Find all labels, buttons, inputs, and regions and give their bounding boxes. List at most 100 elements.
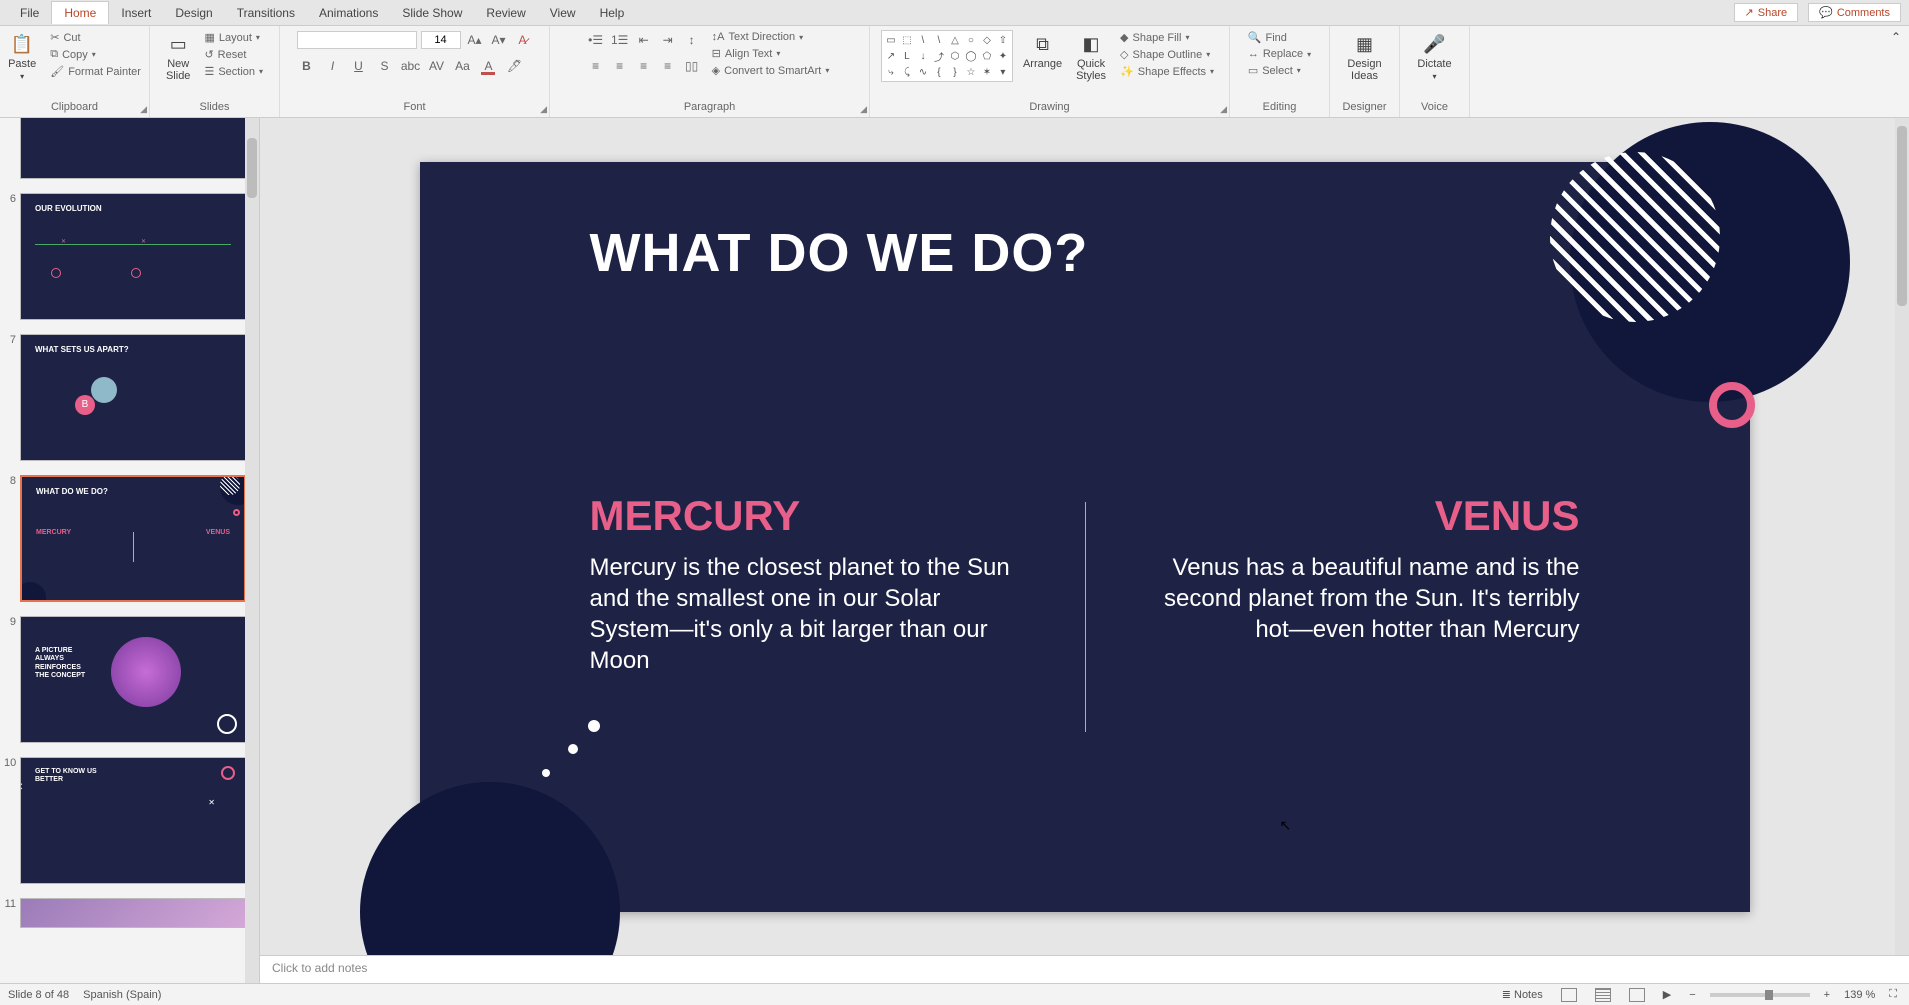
font-color-button[interactable]: A: [479, 56, 499, 76]
clear-formatting-button[interactable]: A̷: [513, 30, 533, 50]
dictate-button[interactable]: 🎤 Dictate ▾: [1413, 30, 1455, 83]
numbering-button[interactable]: 1☰: [610, 30, 630, 50]
slide-thumbnail-8[interactable]: WHAT DO WE DO? MERCURY VENUS: [20, 475, 246, 602]
paste-button[interactable]: 📋 Paste ▾: [4, 30, 40, 83]
chevron-down-icon: ▾: [256, 33, 260, 42]
slide-thumbnail-7[interactable]: WHAT SETS US APART? B: [20, 334, 246, 461]
drawing-dialog-launcher[interactable]: ◢: [1220, 104, 1227, 115]
justify-button[interactable]: ≡: [658, 56, 678, 76]
zoom-in-button[interactable]: +: [1820, 989, 1834, 1001]
arrange-button[interactable]: ⧉ Arrange: [1019, 30, 1066, 72]
bullets-button[interactable]: •☰: [586, 30, 606, 50]
section-button[interactable]: ☰Section▾: [200, 64, 267, 79]
tab-insert[interactable]: Insert: [109, 2, 163, 24]
format-painter-button[interactable]: 🖌Format Painter: [46, 64, 145, 79]
thumb-number: 11: [4, 898, 20, 928]
slide-thumbnail-6[interactable]: OUR EVOLUTION ✕ ✕: [20, 193, 246, 320]
bold-button[interactable]: B: [297, 56, 317, 76]
clipboard-dialog-launcher[interactable]: ◢: [140, 104, 147, 115]
normal-view-button[interactable]: [1557, 988, 1581, 1002]
zoom-out-button[interactable]: −: [1685, 989, 1699, 1001]
smartart-button[interactable]: ◈Convert to SmartArt▾: [708, 63, 834, 78]
slide-thumbnail-5[interactable]: 01: [20, 118, 246, 179]
underline-button[interactable]: U: [349, 56, 369, 76]
tab-animations[interactable]: Animations: [307, 2, 390, 24]
status-bar: Slide 8 of 48 Spanish (Spain) ≣Notes ▶ −…: [0, 983, 1909, 1005]
replace-button[interactable]: ↔Replace▾: [1244, 47, 1315, 61]
layout-button[interactable]: ▦Layout▾: [200, 30, 267, 45]
increase-font-button[interactable]: A▴: [465, 30, 485, 50]
shadow-button[interactable]: abc: [401, 56, 421, 76]
slide-thumbnail-10[interactable]: GET TO KNOW US BETTER ✕ ✕: [20, 757, 246, 884]
shape-outline-button[interactable]: ◇Shape Outline▾: [1116, 47, 1218, 62]
tab-view[interactable]: View: [538, 2, 588, 24]
columns-button[interactable]: ▯▯: [682, 56, 702, 76]
tab-review[interactable]: Review: [474, 2, 537, 24]
slide-title[interactable]: WHAT DO WE DO?: [590, 222, 1089, 284]
strikethrough-button[interactable]: S: [375, 56, 395, 76]
slide-thumbnail-9[interactable]: A PICTURE ALWAYS REINFORCES THE CONCEPT: [20, 616, 246, 743]
align-text-button[interactable]: ⊟Align Text▾: [708, 46, 834, 61]
shape-fill-button[interactable]: ◆Shape Fill▾: [1116, 30, 1218, 45]
font-size-input[interactable]: [421, 31, 461, 49]
tab-slideshow[interactable]: Slide Show: [390, 2, 474, 24]
font-family-input[interactable]: [297, 31, 417, 49]
chevron-down-icon: ▾: [20, 72, 24, 81]
italic-button[interactable]: I: [323, 56, 343, 76]
editor-scrollbar[interactable]: [1895, 118, 1909, 955]
font-dialog-launcher[interactable]: ◢: [540, 104, 547, 115]
sorter-view-button[interactable]: [1591, 988, 1615, 1002]
shapes-gallery[interactable]: ▭⬚\\△○◇⇧ ↗L↓⤴⬡◯⬠✦ ⤷⤹∿{}☆✶▾: [881, 30, 1013, 82]
tab-design[interactable]: Design: [163, 2, 224, 24]
tab-transitions[interactable]: Transitions: [225, 2, 307, 24]
cut-button[interactable]: ✂Cut: [46, 30, 145, 45]
highlight-button[interactable]: 🖊: [505, 56, 525, 76]
new-slide-button[interactable]: ▭ New Slide: [162, 30, 194, 84]
decrease-font-button[interactable]: A▾: [489, 30, 509, 50]
reset-button[interactable]: ↺Reset: [200, 47, 267, 62]
design-ideas-button[interactable]: ▦ Design Ideas: [1343, 30, 1385, 84]
tab-home[interactable]: Home: [51, 1, 109, 24]
quick-styles-button[interactable]: ◧ Quick Styles: [1072, 30, 1110, 84]
chevron-down-icon: ▾: [1206, 50, 1210, 59]
select-button[interactable]: ▭Select▾: [1244, 63, 1315, 78]
decrease-indent-button[interactable]: ⇤: [634, 30, 654, 50]
zoom-slider[interactable]: [1710, 993, 1810, 997]
shape-effects-button[interactable]: ✨Shape Effects▾: [1116, 64, 1218, 79]
char-spacing-button[interactable]: AV: [427, 56, 447, 76]
paragraph-dialog-launcher[interactable]: ◢: [860, 104, 867, 115]
line-spacing-button[interactable]: ↕: [682, 30, 702, 50]
notes-toggle-button[interactable]: ≣Notes: [1498, 988, 1547, 1001]
text-direction-button[interactable]: ↕AText Direction▾: [708, 30, 834, 44]
slide-editor-area[interactable]: WHAT DO WE DO? MERCURY Mercury is the cl…: [260, 118, 1909, 955]
slides-group-label: Slides: [200, 99, 230, 115]
slide-canvas[interactable]: WHAT DO WE DO? MERCURY Mercury is the cl…: [420, 162, 1750, 912]
notes-pane[interactable]: Click to add notes: [260, 955, 1909, 983]
zoom-level[interactable]: 139 %: [1844, 989, 1875, 1001]
zoom-handle[interactable]: [1765, 990, 1773, 1000]
fit-to-window-button[interactable]: ⛶: [1885, 988, 1901, 1001]
align-left-button[interactable]: ≡: [586, 56, 606, 76]
tab-help[interactable]: Help: [588, 2, 637, 24]
comments-button[interactable]: 💬 Comments: [1808, 3, 1901, 22]
chevron-down-icon: ▾: [1432, 72, 1436, 81]
collapse-ribbon-button[interactable]: ⌃: [1891, 30, 1901, 44]
increase-indent-button[interactable]: ⇥: [658, 30, 678, 50]
reading-view-button[interactable]: [1625, 988, 1649, 1002]
change-case-button[interactable]: Aa: [453, 56, 473, 76]
thumbnail-scrollbar[interactable]: [245, 118, 259, 983]
slide-thumbnails-panel[interactable]: 5 01 6 OUR EVOLUTION ✕ ✕ 7 WHAT SETS US …: [0, 118, 260, 983]
find-button[interactable]: 🔍Find: [1244, 30, 1315, 45]
chevron-down-icon: ▾: [799, 33, 803, 42]
quick-styles-icon: ◧: [1079, 32, 1103, 56]
language-indicator[interactable]: Spanish (Spain): [83, 989, 161, 1001]
right-column[interactable]: VENUS Venus has a beautiful name and is …: [1150, 492, 1580, 646]
left-column[interactable]: MERCURY Mercury is the closest planet to…: [590, 492, 1020, 677]
copy-button[interactable]: ⧉Copy▾: [46, 47, 145, 62]
share-button[interactable]: ↗ Share: [1734, 3, 1799, 22]
align-center-button[interactable]: ≡: [610, 56, 630, 76]
tab-file[interactable]: File: [8, 2, 51, 24]
slideshow-view-button[interactable]: ▶: [1659, 988, 1675, 1001]
align-right-button[interactable]: ≡: [634, 56, 654, 76]
slide-thumbnail-11[interactable]: [20, 898, 246, 928]
